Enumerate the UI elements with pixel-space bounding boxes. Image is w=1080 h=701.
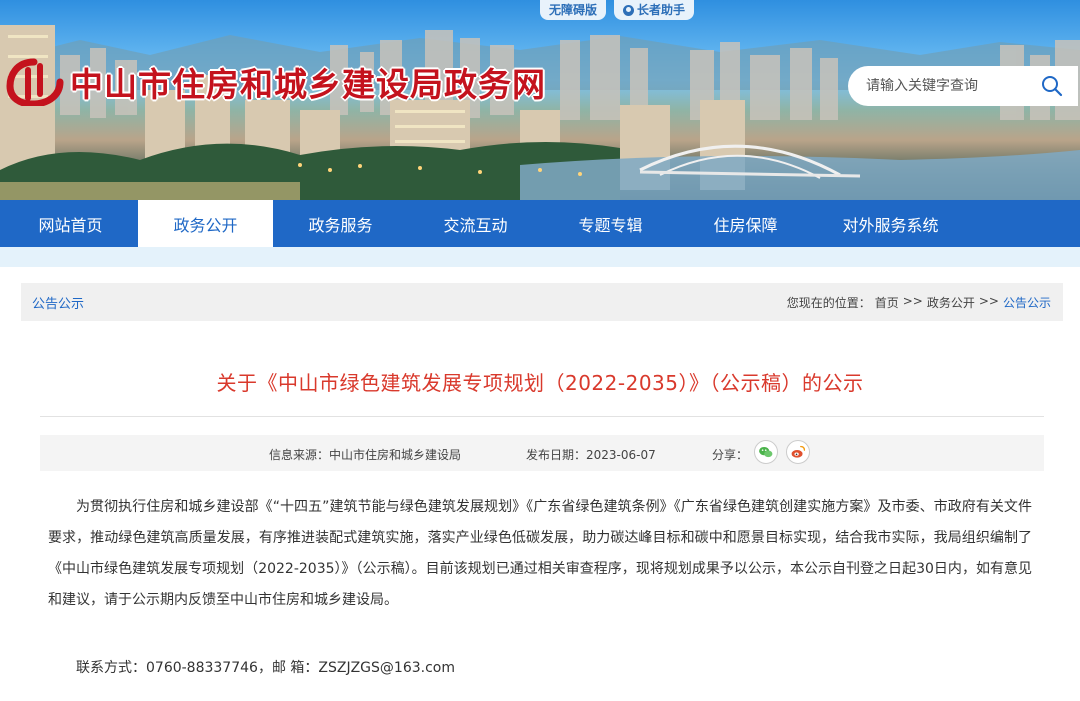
breadcrumb-separator: >> — [902, 293, 923, 308]
article-meta: 信息来源：中山市住房和城乡建设局 发布日期：2023-06-07 分享： — [40, 435, 1044, 471]
accessibility-bar: 无障碍版 长者助手 — [540, 0, 695, 20]
article-body: 为贯彻执行住房和城乡建设部《“十四五”建筑节能与绿色建筑发展规划》《广东省绿色建… — [48, 499, 1032, 608]
breadcrumb: 您现在的位置： 首页 >> 政务公开 >> 公告公示 — [787, 294, 1051, 311]
breadcrumb-bar: 公告公示 您现在的位置： 首页 >> 政务公开 >> 公告公示 — [21, 283, 1063, 321]
breadcrumb-home[interactable]: 首页 — [875, 294, 899, 311]
logo-icon — [6, 58, 64, 106]
barrier-free-button[interactable]: 无障碍版 — [540, 0, 607, 20]
main-nav: 网站首页 政务公开 政务服务 交流互动 专题专辑 住房保障 对外服务系统 — [0, 200, 1080, 247]
search-box — [848, 66, 1078, 106]
title-divider — [40, 416, 1044, 417]
site-logo[interactable]: 中山市住房和城乡建设局政务网 — [6, 58, 546, 106]
search-icon[interactable] — [1040, 74, 1064, 98]
nav-item-gov-service[interactable]: 政务服务 — [273, 200, 408, 247]
nav-item-gov-open[interactable]: 政务公开 — [138, 200, 273, 247]
nav-item-home[interactable]: 网站首页 — [3, 200, 138, 247]
section-title: 公告公示 — [32, 296, 85, 312]
search-input[interactable] — [866, 78, 1036, 94]
article-title: 关于《中山市绿色建筑发展专项规划（2022-2035）》（公示稿）的公示 — [216, 371, 864, 395]
weibo-icon[interactable] — [786, 440, 810, 464]
breadcrumb-level1[interactable]: 政务公开 — [927, 294, 975, 311]
article-source: 信息来源：中山市住房和城乡建设局 — [269, 448, 462, 462]
elder-helper-button[interactable]: 长者助手 — [614, 0, 695, 20]
article-contact: 联系方式：0760-88337746，邮 箱：ZSZJZGS@163.com — [76, 660, 455, 676]
barrier-free-label: 无障碍版 — [549, 3, 598, 17]
wechat-icon[interactable] — [754, 440, 778, 464]
share-label: 分享： — [712, 448, 749, 462]
nav-sub-band — [0, 247, 1080, 267]
article-date: 发布日期：2023-06-07 — [526, 448, 656, 462]
nav-item-external-services[interactable]: 对外服务系统 — [813, 200, 968, 247]
nav-item-special-topics[interactable]: 专题专辑 — [543, 200, 678, 247]
breadcrumb-current[interactable]: 公告公示 — [1003, 294, 1051, 311]
site-title: 中山市住房和城乡建设局政务网 — [70, 65, 546, 104]
breadcrumb-separator: >> — [978, 293, 999, 308]
elder-helper-icon — [623, 4, 635, 16]
nav-item-housing[interactable]: 住房保障 — [678, 200, 813, 247]
nav-item-interaction[interactable]: 交流互动 — [408, 200, 543, 247]
site-banner: 无障碍版 长者助手 中山市住房和城乡建设局政务网 — [0, 0, 1080, 200]
elder-helper-label: 长者助手 — [637, 3, 686, 17]
breadcrumb-prefix: 您现在的位置： — [786, 295, 871, 310]
